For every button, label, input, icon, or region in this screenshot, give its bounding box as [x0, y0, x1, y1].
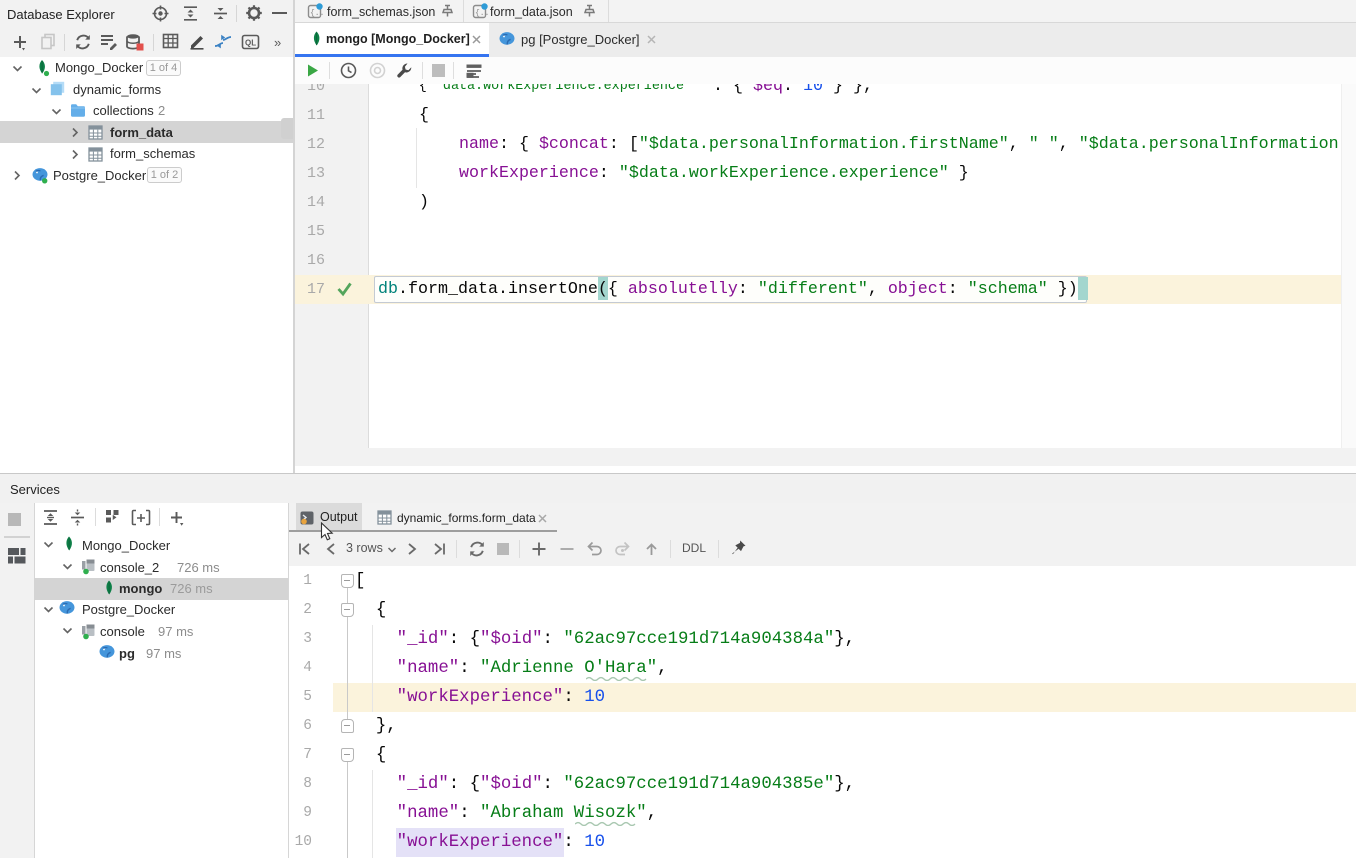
svg-text:{..}: {..} [475, 9, 488, 18]
svg-text:QL: QL [245, 39, 256, 48]
svg-text:{..}: {..} [310, 9, 323, 18]
